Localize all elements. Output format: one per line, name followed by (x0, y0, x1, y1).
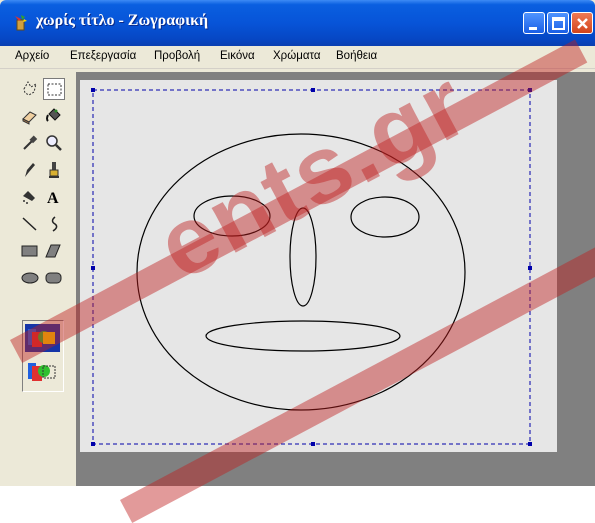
menu-view[interactable]: Προβολή (154, 50, 200, 62)
curve-tool[interactable] (43, 213, 65, 235)
menu-file[interactable]: Αρχείο (15, 50, 49, 62)
menu-bar: Αρχείο Επεξεργασία Προβολή Εικόνα Χρώματ… (0, 46, 595, 69)
rect-select-icon (47, 83, 62, 96)
ellipse-icon (21, 272, 39, 284)
left-eye (193, 195, 271, 237)
free-form-select-tool[interactable] (19, 78, 41, 100)
menu-image[interactable]: Εικόνα (220, 50, 255, 62)
face-drawing (91, 88, 532, 446)
opaque-background-icon (28, 329, 55, 347)
title-bar[interactable]: χωρίς τίτλο - Ζωγραφική (0, 0, 595, 46)
pick-color-tool[interactable] (19, 132, 41, 154)
window-title: χωρίς τίτλο - Ζωγραφική (36, 12, 209, 29)
transparent-background-icon (28, 363, 56, 381)
polygon-tool[interactable] (43, 240, 65, 262)
paint-window: χωρίς τίτλο - Ζωγραφική Αρχείο Επεξεργασ… (0, 0, 595, 523)
selection-handle (91, 442, 95, 446)
fill-with-color-tool[interactable] (43, 105, 65, 127)
pencil-icon (25, 163, 35, 177)
nose (289, 207, 317, 307)
rounded-rectangle-icon (45, 272, 62, 284)
minimize-button[interactable] (523, 12, 545, 34)
selection-handle (528, 88, 532, 92)
selection-handle (91, 88, 95, 92)
rectangle-tool[interactable] (19, 240, 41, 262)
close-icon (577, 18, 588, 29)
paint-bucket-icon (15, 15, 27, 31)
tool-options-box (22, 320, 64, 392)
eraser-icon (22, 111, 37, 125)
selection-handle (528, 266, 532, 270)
selection-handle (91, 266, 95, 270)
airbrush-icon (23, 191, 35, 204)
text-tool-glyph: A (47, 190, 59, 207)
minimize-icon (529, 27, 537, 30)
pencil-tool[interactable] (19, 159, 41, 181)
rounded-rectangle-tool[interactable] (43, 267, 65, 289)
text-tool[interactable]: A (43, 186, 65, 208)
selection-handle (311, 442, 315, 446)
ellipse-tool[interactable] (19, 267, 41, 289)
toolbox: A (13, 72, 71, 484)
mouth (205, 320, 401, 352)
polygon-icon (45, 244, 61, 258)
curve-icon (51, 216, 58, 232)
maximize-button[interactable] (547, 12, 569, 34)
drawing-canvas[interactable] (80, 80, 557, 452)
pick-color-icon (23, 135, 38, 150)
fill-with-color-icon (46, 108, 61, 122)
airbrush-tool[interactable] (19, 186, 41, 208)
brush-tool[interactable] (43, 159, 65, 181)
selection-handle (311, 88, 315, 92)
face-outline (136, 133, 466, 411)
selection-handle (528, 442, 532, 446)
transparent-background-option[interactable] (25, 358, 60, 386)
menu-edit[interactable]: Επεξεργασία (70, 50, 136, 62)
eraser-tool[interactable] (19, 105, 41, 127)
menu-colors[interactable]: Χρώματα (273, 50, 321, 62)
magnifier-icon (46, 135, 62, 151)
rect-select-tool[interactable] (43, 78, 65, 100)
opaque-background-option[interactable] (25, 324, 60, 352)
line-icon (22, 217, 37, 231)
line-tool[interactable] (19, 213, 41, 235)
close-button[interactable] (571, 12, 593, 34)
right-eye (350, 196, 420, 238)
menu-help[interactable]: Βοήθεια (336, 50, 377, 62)
rectangle-icon (21, 245, 38, 257)
brush-icon (49, 162, 59, 178)
maximize-icon (552, 17, 565, 30)
text-icon: A (47, 190, 59, 207)
free-form-select-icon (23, 81, 37, 96)
magnifier-tool[interactable] (43, 132, 65, 154)
